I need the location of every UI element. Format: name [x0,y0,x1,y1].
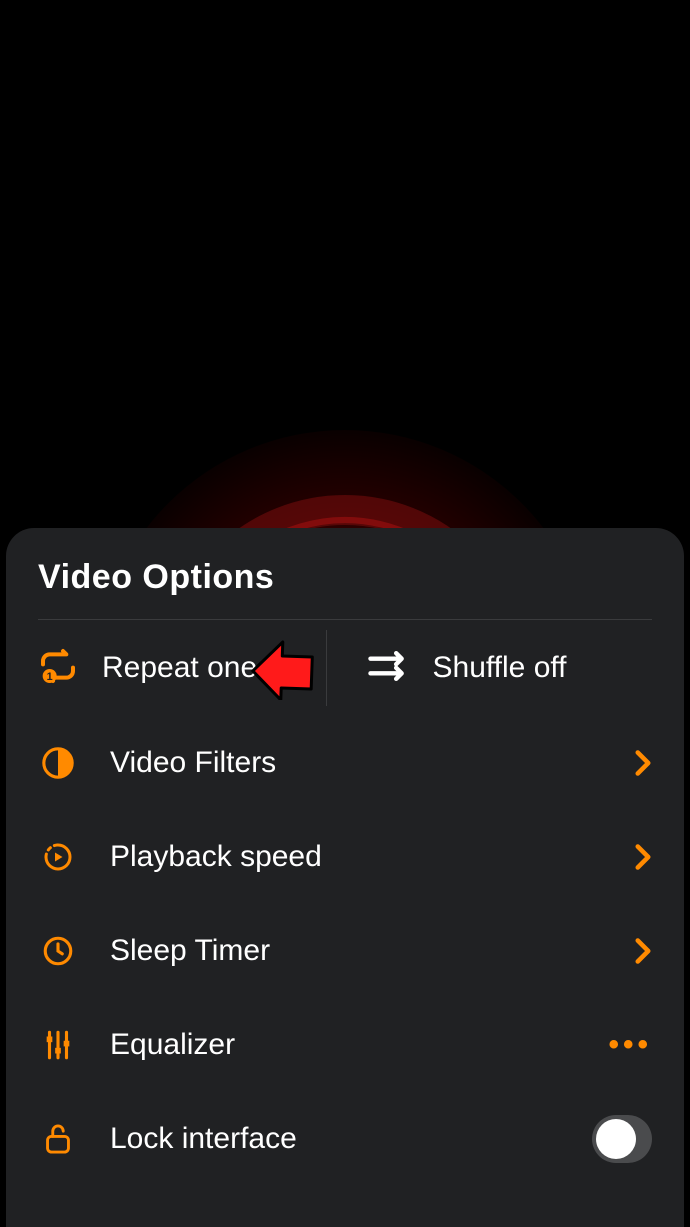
lock-interface-row[interactable]: Lock interface [38,1092,652,1186]
shuffle-mode-label: Shuffle off [433,651,567,685]
chevron-right-icon [592,749,652,777]
shuffle-mode-button[interactable]: Shuffle off [327,620,653,716]
chevron-right-icon [592,843,652,871]
video-options-panel: Video Options 1 Repeat one [6,528,684,1227]
speed-icon [38,839,78,875]
video-filters-row[interactable]: Video Filters [38,716,652,810]
lock-interface-label: Lock interface [110,1122,560,1156]
panel-title: Video Options [38,558,652,597]
top-options-row: 1 Repeat one Shuffle off [38,620,652,716]
repeat-mode-button[interactable]: 1 Repeat one [38,620,326,716]
shuffle-off-icon [365,646,409,691]
lock-interface-toggle[interactable] [592,1115,652,1163]
screen: Video Options 1 Repeat one [0,0,690,1227]
chevron-right-icon [592,937,652,965]
lock-icon [38,1122,78,1156]
options-list: Video Filters Playback speed [38,716,652,1186]
sleep-timer-row[interactable]: Sleep Timer [38,904,652,998]
svg-text:1: 1 [47,671,53,683]
repeat-one-icon: 1 [38,646,78,691]
contrast-icon [38,746,78,780]
playback-speed-row[interactable]: Playback speed [38,810,652,904]
sleep-timer-label: Sleep Timer [110,934,560,968]
clock-icon [38,934,78,968]
more-icon[interactable]: ••• [592,1028,652,1062]
video-filters-label: Video Filters [110,746,560,780]
equalizer-label: Equalizer [110,1028,560,1062]
repeat-mode-label: Repeat one [102,651,257,685]
playback-speed-label: Playback speed [110,840,560,874]
equalizer-row[interactable]: Equalizer ••• [38,998,652,1092]
equalizer-icon [38,1028,78,1062]
